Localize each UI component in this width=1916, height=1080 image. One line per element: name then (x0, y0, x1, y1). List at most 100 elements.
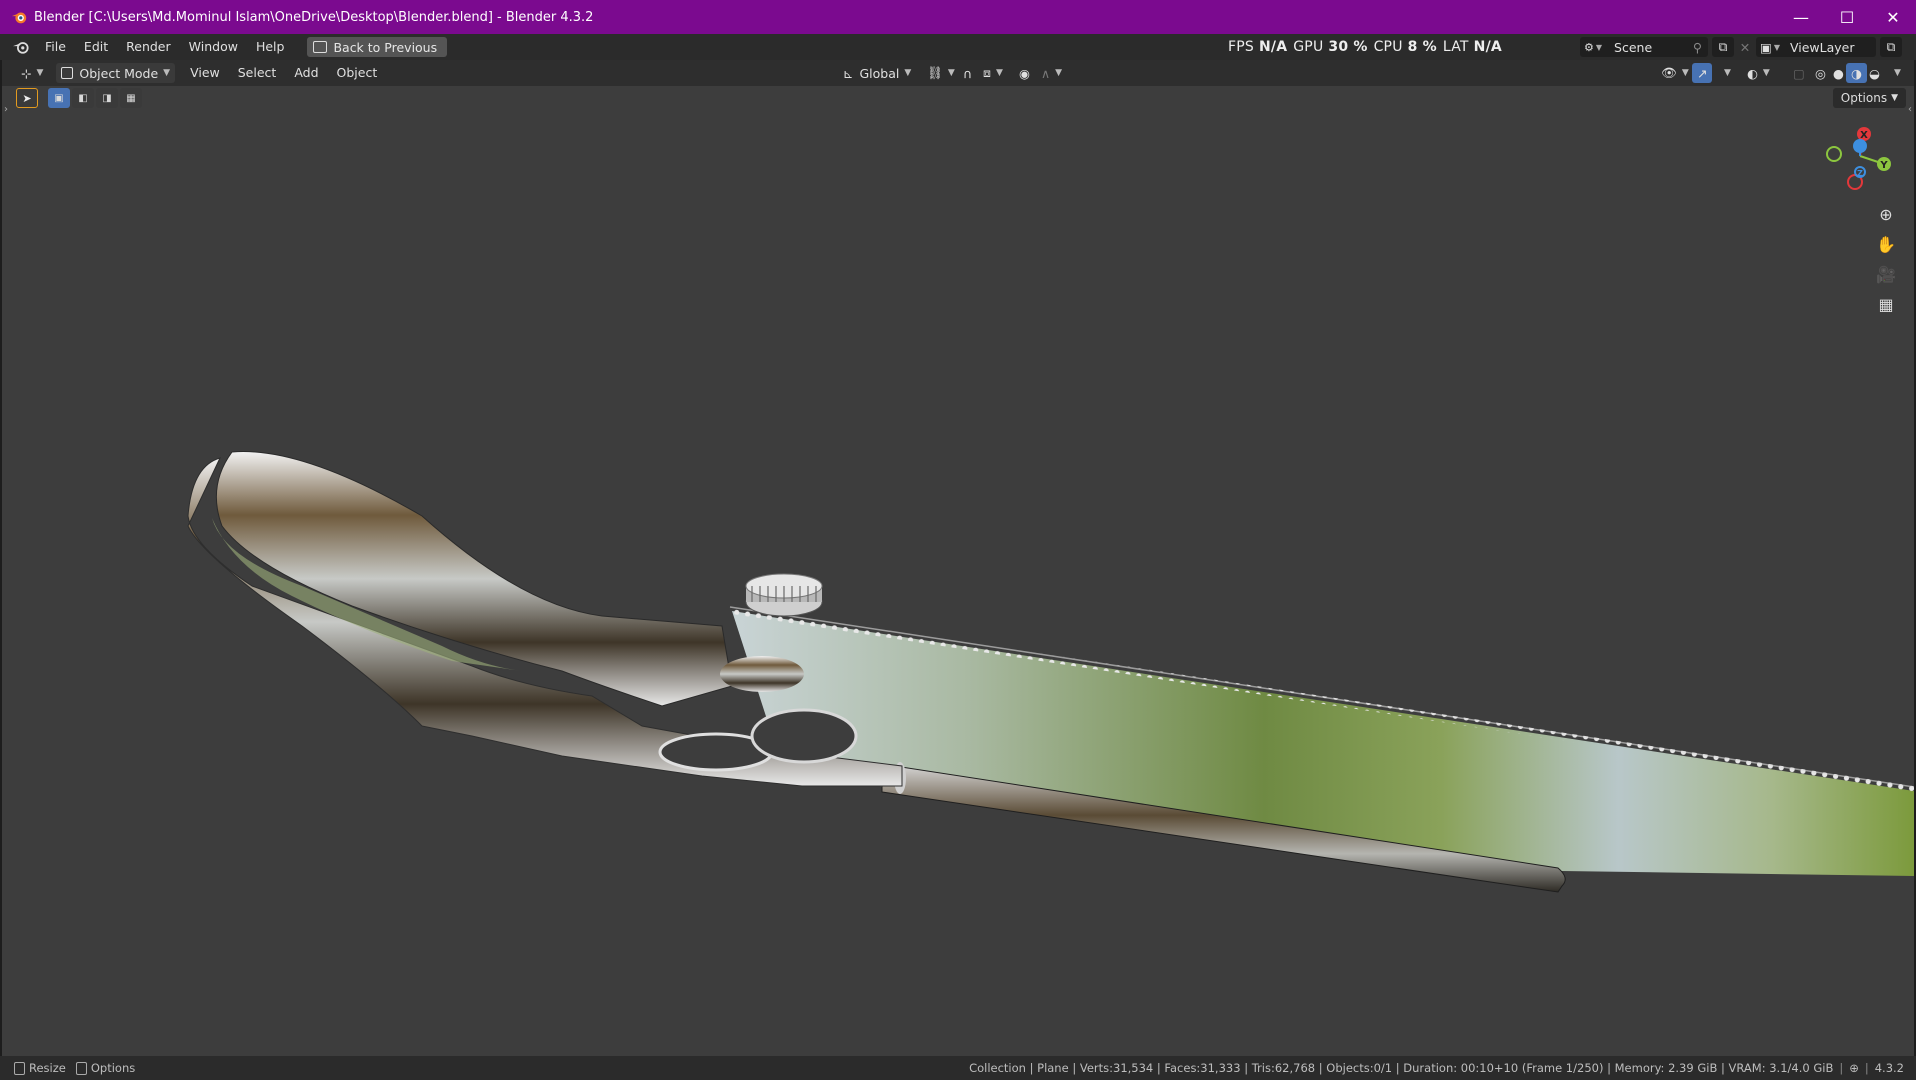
performance-stats: FPS N/A GPU 30 % CPU 8 % LAT N/A (1228, 34, 1508, 60)
selectability-visibility-selector[interactable]: 👁 ▼ (1656, 63, 1694, 83)
close-icon: ✕ (1739, 39, 1751, 55)
chevron-down-icon: ▼ (1762, 68, 1770, 78)
copy-icon: ⧉ (1718, 39, 1728, 54)
orientation-icon: ⊾ (843, 65, 854, 81)
blender-logo-icon (11, 12, 27, 24)
chevron-down-icon: ▼ (1894, 68, 1901, 78)
viewport-header: ⊹ ▼ Object Mode ▼ View Select Add Object … (2, 60, 1914, 86)
shading-options[interactable]: ▼ (1884, 63, 1906, 83)
menu-object[interactable]: Object (328, 60, 387, 86)
cpu-label: CPU (1373, 39, 1403, 55)
chevron-down-icon: ▼ (1773, 42, 1780, 52)
lat-label: LAT (1442, 39, 1469, 55)
snap-toggle[interactable]: ∩ (958, 63, 977, 83)
chevron-down-icon: ▼ (1595, 42, 1603, 52)
solid-sphere-icon: ● (1833, 65, 1844, 81)
scene-statistics: Collection | Plane | Verts:31,534 | Face… (969, 1061, 1834, 1075)
new-scene-button[interactable]: ⧉ (1712, 37, 1734, 57)
chevron-down-icon: ▼ (995, 68, 1003, 78)
chevron-down-icon: ▼ (1681, 68, 1689, 78)
gizmo-toggle[interactable]: ↗ (1692, 63, 1713, 83)
falloff-curve-icon: ∧ (1041, 65, 1051, 81)
gpu-value: 30 % (1328, 39, 1368, 55)
gizmo-icon: ↗ (1697, 65, 1708, 81)
pivot-point-selector[interactable]: ⛓ ▼ (922, 63, 960, 83)
rendered-sphere-icon: ◒ (1869, 65, 1880, 81)
maximize-icon: ☐ (1839, 7, 1855, 27)
proportional-editing-toggle[interactable]: ◉ (1014, 63, 1035, 83)
pin-icon[interactable]: ⚲ (1693, 40, 1702, 55)
chevron-down-icon: ▼ (904, 68, 912, 78)
menu-view[interactable]: View (181, 60, 229, 86)
back-to-previous-label: Back to Previous (333, 39, 438, 55)
mouse-right-icon (75, 1061, 87, 1075)
new-view-layer-button[interactable]: ⧉ (1880, 37, 1902, 57)
scene-name: Scene (1614, 39, 1653, 55)
menu-help[interactable]: Help (247, 34, 294, 60)
chevron-down-icon: ▼ (1724, 68, 1731, 78)
back-to-previous-button[interactable]: Back to Previous (307, 37, 448, 57)
gpu-label: GPU (1293, 39, 1324, 55)
model-render (187, 451, 1914, 893)
close-icon: ✕ (1886, 7, 1900, 27)
delete-scene-button[interactable]: ✕ (1738, 37, 1752, 57)
snap-target-selector[interactable]: ⧈ ▼ (978, 63, 1008, 83)
menu-edit[interactable]: Edit (75, 34, 117, 60)
maximize-button[interactable]: ☐ (1824, 0, 1870, 34)
proportional-icon: ◉ (1019, 65, 1030, 81)
xray-toggle[interactable]: ▢ (1788, 63, 1810, 83)
view-layer-icon: ▣ (1760, 39, 1772, 55)
cpu-value: 8 % (1407, 39, 1437, 55)
scene-selector[interactable]: ⚙ ▼ Scene ⚲ (1580, 37, 1708, 57)
menu-select[interactable]: Select (229, 60, 286, 86)
fps-value: N/A (1258, 39, 1288, 55)
pivot-icon: ⛓ (927, 65, 943, 80)
mode-label: Object Mode (79, 65, 159, 81)
status-bar: Resize Options Collection | Plane | Vert… (0, 1056, 1916, 1080)
minimize-icon: — (1793, 7, 1809, 27)
view-layer-selector[interactable]: ▣ ▼ ViewLayer (1756, 37, 1876, 57)
menu-render[interactable]: Render (117, 34, 180, 60)
gizmo-options[interactable]: ▼ (1714, 63, 1736, 83)
chevron-down-icon: ▼ (1055, 68, 1063, 78)
status-resize-hint: Resize (29, 1061, 66, 1075)
3d-viewport[interactable]: ➤ ▣ ◧ ◨ ▦ Options ▼ › ‹ X Y Z ⊕ ✋ 🎥 ▦ (2, 86, 1914, 1056)
lat-value: N/A (1473, 39, 1502, 55)
chevron-down-icon: ▼ (163, 68, 171, 78)
blender-version: 4.3.2 (1874, 1061, 1904, 1075)
menu-window[interactable]: Window (180, 34, 247, 60)
copy-icon: ⧉ (1886, 39, 1896, 54)
shading-rendered[interactable]: ◒ (1864, 63, 1885, 83)
mode-selector[interactable]: Object Mode ▼ (56, 63, 176, 83)
close-button[interactable]: ✕ (1870, 0, 1916, 34)
chevron-down-icon: ▼ (947, 68, 955, 78)
editor-type-selector[interactable]: ⊹ ▼ (16, 63, 48, 83)
cursor-icon: ⊹ (21, 65, 32, 81)
fps-label: FPS (1228, 39, 1254, 55)
view-layer-name: ViewLayer (1789, 39, 1855, 55)
overlays-toggle[interactable]: ◐ ▼ (1742, 63, 1775, 83)
top-menu-bar: File Edit Render Window Help Back to Pre… (0, 34, 1916, 60)
snap-increment-icon: ⧈ (983, 65, 991, 80)
mouse-icon (14, 1061, 25, 1075)
window-title: Blender [C:\Users\Md.Mominul Islam\OneDr… (34, 9, 594, 25)
magnet-icon: ∩ (963, 65, 973, 81)
xray-icon: ▢ (1793, 65, 1805, 81)
eye-icon: 👁 (1661, 65, 1677, 80)
object-mode-icon (61, 67, 74, 79)
screen-icon (313, 41, 328, 53)
falloff-selector[interactable]: ∧ ▼ (1036, 63, 1067, 83)
chevron-down-icon: ▼ (36, 68, 44, 78)
menu-add[interactable]: Add (285, 60, 327, 86)
wireframe-sphere-icon: ◎ (1815, 65, 1826, 81)
minimize-button[interactable]: — (1778, 0, 1824, 34)
overlays-icon: ◐ (1747, 65, 1758, 81)
transform-orientation-selector[interactable]: ⊾ Global ▼ (838, 63, 916, 83)
scene-icon: ⚙ (1584, 40, 1594, 54)
globe-icon: ⊕ (1849, 1061, 1859, 1075)
menu-file[interactable]: File (36, 34, 75, 60)
blender-menu-icon[interactable] (12, 39, 30, 55)
status-options-hint: Options (90, 1061, 136, 1075)
material-sphere-icon: ◑ (1851, 65, 1862, 81)
orientation-label: Global (859, 65, 900, 81)
